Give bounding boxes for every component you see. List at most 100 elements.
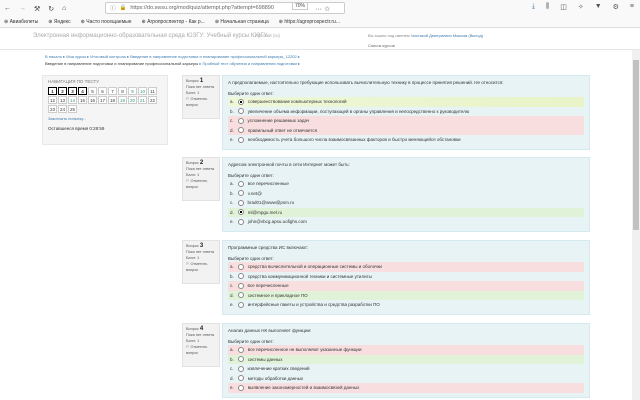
answer-option[interactable]: d. ml@mpgu.mel.ru — [228, 207, 584, 217]
answer-option[interactable]: a. средства вычислительной и операционные… — [228, 262, 584, 272]
bookmark-item[interactable]: ⊕ https://agroprospectr.ru... — [279, 19, 340, 25]
answer-option[interactable]: a. все перечисленные — [228, 179, 584, 189]
option-text[interactable]: совершенствование компьютерных технологи… — [248, 99, 347, 104]
radio-button[interactable] — [237, 199, 244, 206]
breadcrumb-line1[interactable]: В начало ▸ Мои курсы ▸ Итоговый контроль… — [45, 53, 300, 60]
address-bar[interactable]: ⓘ 🔒 https://do.swsu.org/mod/quiz/attempt.p… — [105, 2, 345, 14]
option-text[interactable]: усложнение решаемых задач — [248, 118, 310, 123]
radio-button[interactable] — [237, 356, 244, 363]
bookmark-item[interactable]: ⊕ Яндекс — [48, 19, 70, 25]
option-text[interactable]: необходимость учета большого числа взаим… — [248, 137, 461, 142]
extension-icon[interactable]: ✧ — [578, 3, 584, 11]
question-nav-button[interactable]: 21 — [138, 96, 147, 104]
bookmark-label[interactable]: Начальная страница — [220, 19, 268, 25]
answer-option[interactable]: e. выявление закономерностей и взаимосвяз… — [228, 383, 584, 393]
breadcrumb-quiz[interactable]: ▸ Пробный тест обучения и направления по… — [199, 61, 300, 66]
bookmark-item[interactable]: ⊕ Агропроспектор - Как р... — [142, 19, 205, 25]
bookmark-item[interactable]: ⊕ Часто посещаемые — [81, 19, 132, 25]
option-text[interactable]: правильный ответ не отмечается — [248, 128, 317, 133]
radio-button[interactable] — [237, 273, 244, 280]
answer-option[interactable]: c. все перечисленные — [228, 281, 584, 291]
home-icon[interactable]: ⌂ — [62, 5, 66, 12]
option-text[interactable]: v.net@ — [248, 191, 262, 196]
flag-question[interactable]: ⚐ Отметить вопрос — [186, 96, 216, 108]
reload-icon[interactable]: ↻ — [48, 5, 54, 13]
question-nav-button[interactable]: 7 — [108, 87, 117, 95]
breadcrumb-course[interactable]: Введение в направление подготовки и план… — [45, 61, 198, 66]
radio-button[interactable] — [237, 292, 244, 299]
answer-option[interactable]: e. интерфейсные пакеты и устройства и сре… — [228, 300, 584, 310]
answer-option[interactable]: d. методы обработки данных — [228, 374, 584, 384]
question-nav-button[interactable]: 16 — [88, 96, 97, 104]
radio-button[interactable] — [237, 282, 244, 289]
option-text[interactable]: системы данных — [248, 357, 283, 362]
option-text[interactable]: увеличение объема информации, поступающе… — [248, 109, 469, 114]
question-nav-button[interactable]: 4 — [78, 87, 87, 95]
option-text[interactable]: все перечисленное не выполняют указанные… — [248, 347, 362, 352]
question-nav-button[interactable]: 12 — [48, 96, 57, 104]
answer-option[interactable]: b. средства коммуникационной техники и си… — [228, 272, 584, 282]
question-nav-button[interactable]: 23 — [48, 105, 57, 113]
option-text[interactable]: средства вычислительной и операционные с… — [248, 264, 382, 269]
bookmark-label[interactable]: https://agroprospectr.ru... — [284, 19, 340, 25]
bookmark-item[interactable]: ⊕ Авиабилеты — [4, 19, 38, 25]
back-icon[interactable]: ← — [4, 5, 11, 12]
extension-icon[interactable]: ⚙ — [613, 3, 619, 11]
question-nav-button[interactable]: 5 — [88, 87, 97, 95]
answer-option[interactable]: d. правильный ответ не отмечается — [228, 125, 584, 135]
scrollbar-thumb[interactable] — [633, 60, 639, 230]
question-nav-button[interactable]: 10 — [138, 87, 147, 95]
question-nav-button[interactable]: 19 — [118, 96, 127, 104]
flag-question[interactable]: ⚐ Отметить вопрос — [186, 261, 216, 273]
question-nav-button[interactable]: 17 — [98, 96, 107, 104]
option-text[interactable]: ml@mpgu.mel.ru — [248, 210, 282, 215]
download-icon[interactable]: ⤓ — [532, 3, 535, 11]
radio-button[interactable] — [237, 108, 244, 115]
bookmark-label[interactable]: Авиабилеты — [10, 19, 39, 25]
library-icon[interactable]: ⫼ — [546, 3, 549, 11]
radio-button[interactable] — [237, 384, 244, 391]
radio-button[interactable] — [237, 190, 244, 197]
radio-button[interactable] — [237, 209, 244, 216]
radio-button[interactable] — [237, 263, 244, 270]
url-text[interactable]: https://do.swsu.org/mod/quiz/attempt.php… — [130, 5, 274, 11]
finish-attempt-link[interactable]: Закончить попытку... — [48, 116, 162, 121]
radio-button[interactable] — [237, 375, 244, 382]
radio-button[interactable] — [237, 117, 244, 124]
language-select[interactable]: Русский (ru) — [255, 33, 280, 38]
site-title[interactable]: Электронная информационно-образовательна… — [33, 33, 267, 39]
flag-label[interactable]: Отметить вопрос — [186, 262, 207, 272]
question-nav-button[interactable]: 24 — [58, 105, 67, 113]
option-text[interactable]: все перечисленные — [248, 283, 289, 288]
question-nav-button[interactable]: 8 — [118, 87, 127, 95]
question-nav-button[interactable]: 15 — [78, 96, 87, 104]
answer-option[interactable]: c. brad01@www@psm.ru — [228, 198, 584, 208]
answer-option[interactable]: d. системное и прикладное ПО — [228, 290, 584, 300]
option-text[interactable]: brad01@www@psm.ru — [248, 200, 295, 205]
flag-label[interactable]: Отметить вопрос — [186, 97, 207, 107]
radio-button[interactable] — [237, 98, 244, 105]
radio-button[interactable] — [237, 346, 244, 353]
answer-option[interactable]: c. усложнение решаемых задач — [228, 116, 584, 126]
bookmark-item[interactable]: ⊕ Начальная страница — [215, 19, 269, 25]
bookmark-label[interactable]: Яндекс — [54, 19, 71, 25]
answer-option[interactable]: a. совершенствование компьютерных техноло… — [228, 97, 584, 107]
menu-dots-icon[interactable]: ··· ☆ — [315, 5, 330, 13]
option-text[interactable]: все перечисленные — [248, 181, 289, 186]
flag-question[interactable]: ⚐ Отметить вопрос — [186, 344, 216, 356]
question-nav-button[interactable]: 2 — [58, 87, 67, 95]
option-text[interactable]: методы обработки данных — [248, 376, 303, 381]
question-nav-button[interactable]: 11 — [148, 87, 157, 95]
radio-button[interactable] — [237, 136, 244, 143]
radio-button[interactable] — [237, 218, 244, 225]
answer-option[interactable]: c. извлечение кратких сведений — [228, 364, 584, 374]
courses-link[interactable]: Список курсов — [368, 43, 395, 48]
question-nav-button[interactable]: 1 — [48, 87, 57, 95]
question-nav-button[interactable]: 18 — [108, 96, 117, 104]
user-link[interactable]: Чистякой Дмитриевич Максим (Выход) — [411, 33, 483, 38]
bookmark-label[interactable]: Агропроспектор - Как р... — [147, 19, 205, 25]
answer-option[interactable]: b. системы данных — [228, 354, 584, 364]
question-nav-button[interactable]: 13 — [58, 96, 67, 104]
flag-question[interactable]: ⚐ Отметить вопрос — [186, 178, 216, 190]
option-text[interactable]: выявление закономерностей и взаимосвязей… — [248, 385, 360, 390]
